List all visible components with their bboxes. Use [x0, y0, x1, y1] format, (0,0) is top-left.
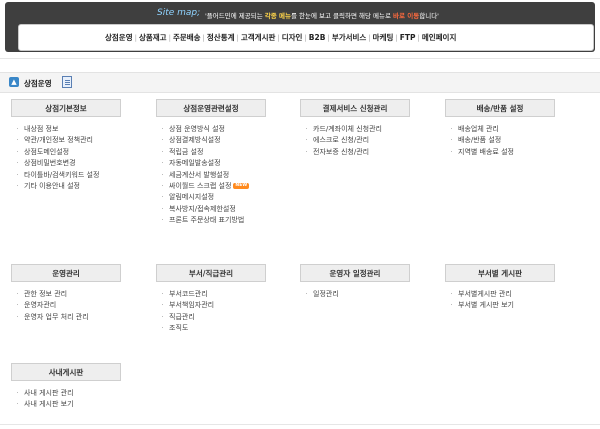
group-department-board: 부서별 게시판 부서별게시판 관리 부서별 게시판 보기 — [445, 264, 590, 312]
list-item[interactable]: 내상점 정보 — [11, 124, 156, 135]
group-title: 부서/직급관리 — [156, 264, 266, 282]
list-item[interactable]: 알림메시지설정 — [156, 192, 301, 203]
list-item[interactable]: 약관/개인정보 정책관리 — [11, 135, 156, 146]
list-item[interactable]: 배송업체 관리 — [445, 124, 590, 135]
top-menu-bar: 상점운영 | 상품재고 | 주문배송 | 정산통계 | 고객게시판 | 디자인 | B2B |… — [18, 24, 594, 51]
group-list: 상점 운영방식 설정 상점결제방식설정 적립금 설정 자동메일발송설정 세금계산… — [156, 124, 301, 227]
menu-separator: | — [134, 33, 137, 42]
desc-text-2: 를 한눈에 보고 클릭하면 해당 메뉴로 — [290, 12, 394, 20]
bottom-divider — [0, 424, 600, 425]
menu-customer-board[interactable]: 고객게시판 — [241, 32, 276, 43]
list-item[interactable]: 운영자 업무 처리 관리 — [11, 312, 156, 323]
desc-link: 바로 이동 — [393, 12, 420, 20]
list-item[interactable]: 일정관리 — [300, 289, 445, 300]
group-title: 배송/반품 설정 — [445, 99, 555, 117]
list-item[interactable]: 적립금 설정 — [156, 147, 301, 158]
group-title: 결제서비스 신청관리 — [300, 99, 410, 117]
menu-separator: | — [236, 33, 239, 42]
group-list: 일정관리 — [300, 289, 445, 300]
section-title: 상점운영 — [24, 79, 52, 88]
list-item[interactable]: 타이틀바/검색키워드 설정 — [11, 170, 156, 181]
group-operations: 운영관리 관한 정보 관리 운영자관리 운영자 업무 처리 관리 — [11, 264, 156, 323]
list-item[interactable]: 세금계산서 발행설정 — [156, 170, 301, 181]
list-item[interactable]: 조직도 — [156, 323, 301, 334]
menu-separator: | — [202, 33, 205, 42]
group-store-settings: 상점운영관련설정 상점 운영방식 설정 상점결제방식설정 적립금 설정 자동메일… — [156, 99, 301, 227]
list-item-with-badge[interactable]: 싸이월드 스크랩 설정NEW — [156, 181, 301, 192]
menu-separator: | — [277, 33, 280, 42]
menu-settlement-stats[interactable]: 정산통계 — [207, 32, 235, 43]
group-list: 관한 정보 관리 운영자관리 운영자 업무 처리 관리 — [11, 289, 156, 323]
group-list: 배송업체 관리 배송/반품 설정 지역별 배송료 설정 — [445, 124, 590, 158]
menu-product-stock[interactable]: 상품재고 — [139, 32, 167, 43]
menu-separator: | — [168, 33, 171, 42]
section-header: ▲ 상점운영 — [0, 72, 600, 93]
group-title: 상점운영관련설정 — [156, 99, 266, 117]
list-item[interactable]: 카드/계좌이체 신청관리 — [300, 124, 445, 135]
list-item[interactable]: 배송/반품 설정 — [445, 135, 590, 146]
menu-ftp[interactable]: FTP — [400, 33, 416, 42]
menu-separator: | — [395, 33, 398, 42]
list-item[interactable]: 프론트 주문상태 표기방법 — [156, 215, 301, 226]
menu-main-page[interactable]: 메인페이지 — [422, 32, 457, 43]
menu-addon-services[interactable]: 부가서비스 — [332, 32, 367, 43]
group-departments: 부서/직급관리 부서코드관리 부서책임자관리 직급관리 조직도 — [156, 264, 301, 335]
list-item[interactable]: 운영자관리 — [11, 300, 156, 311]
menu-separator: | — [327, 33, 330, 42]
list-item[interactable]: 부서코드관리 — [156, 289, 301, 300]
document-icon[interactable] — [62, 76, 72, 88]
desc-text-3: 합니다' — [419, 12, 439, 20]
group-title: 부서별 게시판 — [445, 264, 555, 282]
group-list: 부서코드관리 부서책임자관리 직급관리 조직도 — [156, 289, 301, 335]
menu-store-ops[interactable]: 상점운영 — [105, 32, 133, 43]
list-item[interactable]: 전자보증 신청/관리 — [300, 147, 445, 158]
list-item[interactable]: 부서별게시판 관리 — [445, 289, 590, 300]
group-title: 운영관리 — [11, 264, 121, 282]
group-title: 상점기본정보 — [11, 99, 121, 117]
list-item[interactable]: 부서책임자관리 — [156, 300, 301, 311]
list-item[interactable]: 에스크로 신청/관리 — [300, 135, 445, 146]
desc-text-1: '플어드민에 제공되는 — [205, 12, 265, 20]
new-badge: NEW — [233, 182, 250, 189]
group-list: 카드/계좌이체 신청관리 에스크로 신청/관리 전자보증 신청/관리 — [300, 124, 445, 158]
menu-marketing[interactable]: 마케팅 — [373, 32, 394, 43]
group-list: 내상점 정보 약관/개인정보 정책관리 상점도메인설정 상점비밀번호변경 타이틀… — [11, 124, 156, 192]
group-store-info: 상점기본정보 내상점 정보 약관/개인정보 정책관리 상점도메인설정 상점비밀번… — [11, 99, 156, 192]
list-item[interactable]: 상점비밀번호변경 — [11, 158, 156, 169]
list-item[interactable]: 복사방지/접속제한설정 — [156, 204, 301, 215]
group-shipping-returns: 배송/반품 설정 배송업체 관리 배송/반품 설정 지역별 배송료 설정 — [445, 99, 590, 158]
group-list: 사내 게시판 관리 사내 게시판 보기 — [11, 388, 156, 411]
group-title: 운영자 일정관리 — [300, 264, 410, 282]
group-title: 사내게시판 — [11, 363, 121, 381]
group-payment-services: 결제서비스 신청관리 카드/계좌이체 신청관리 에스크로 신청/관리 전자보증 … — [300, 99, 445, 158]
group-internal-board: 사내게시판 사내 게시판 관리 사내 게시판 보기 — [11, 363, 156, 411]
desc-highlight: 각종 메뉴 — [264, 12, 291, 20]
list-item[interactable]: 상점결제방식설정 — [156, 135, 301, 146]
site-map-title: Site map; — [157, 8, 201, 18]
divider — [0, 58, 600, 59]
group-operator-schedule: 운영자 일정관리 일정관리 — [300, 264, 445, 300]
menu-separator: | — [304, 33, 307, 42]
list-item[interactable]: 기타 이용안내 설정 — [11, 181, 156, 192]
collapse-up-icon[interactable]: ▲ — [9, 77, 19, 87]
site-map-description: '플어드민에 제공되는 각종 메뉴를 한눈에 보고 클릭하면 해당 메뉴로 바로… — [205, 10, 439, 20]
list-item[interactable]: 자동메일발송설정 — [156, 158, 301, 169]
top-menu-items: 상점운영 | 상품재고 | 주문배송 | 정산통계 | 고객게시판 | 디자인 | B2B |… — [105, 32, 456, 43]
list-item[interactable]: 관한 정보 관리 — [11, 289, 156, 300]
menu-design[interactable]: 디자인 — [282, 32, 303, 43]
list-item[interactable]: 사내 게시판 관리 — [11, 388, 156, 399]
list-item[interactable]: 사내 게시판 보기 — [11, 399, 156, 410]
menu-order-delivery[interactable]: 주문배송 — [173, 32, 201, 43]
menu-separator: | — [417, 33, 420, 42]
list-item[interactable]: 상점도메인설정 — [11, 147, 156, 158]
site-map-header: Site map; '플어드민에 제공되는 각종 메뉴를 한눈에 보고 클릭하면… — [5, 2, 595, 52]
list-item-label: 싸이월드 스크랩 설정 — [169, 181, 232, 190]
menu-separator: | — [368, 33, 371, 42]
list-item[interactable]: 부서별 게시판 보기 — [445, 300, 590, 311]
menu-b2b[interactable]: B2B — [309, 33, 326, 42]
group-list: 부서별게시판 관리 부서별 게시판 보기 — [445, 289, 590, 312]
list-item[interactable]: 지역별 배송료 설정 — [445, 147, 590, 158]
list-item[interactable]: 상점 운영방식 설정 — [156, 124, 301, 135]
list-item[interactable]: 직급관리 — [156, 312, 301, 323]
